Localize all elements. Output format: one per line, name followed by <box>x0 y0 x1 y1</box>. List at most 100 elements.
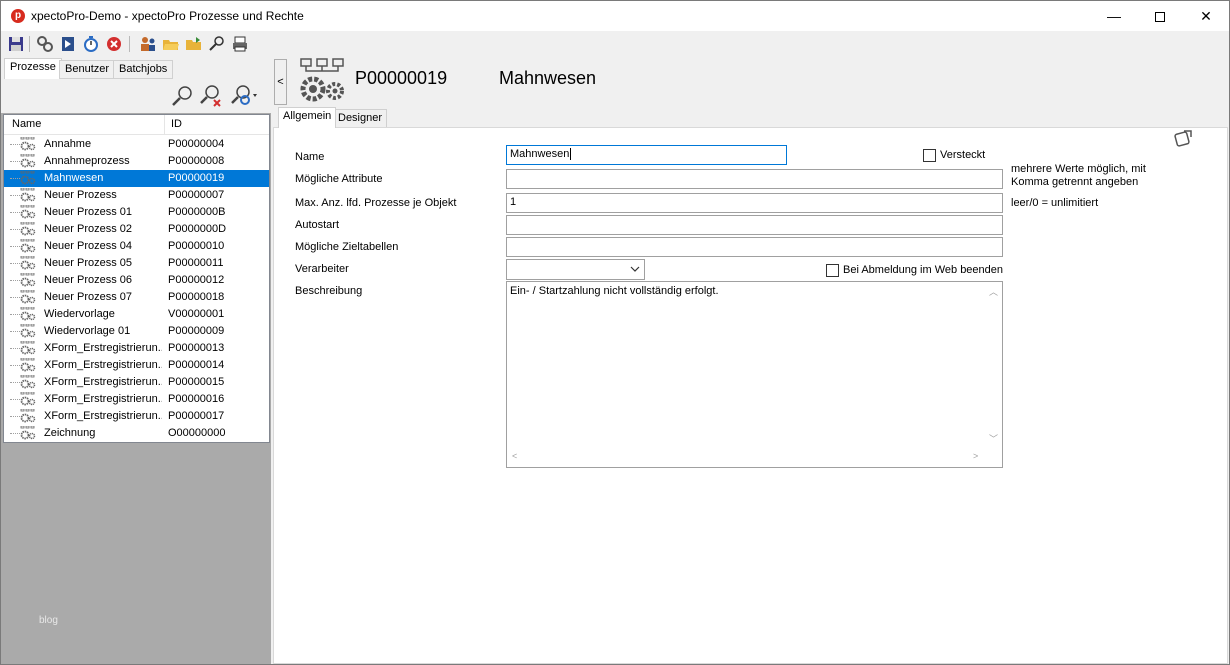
description-textarea[interactable]: Ein- / Startzahlung nicht vollständig er… <box>506 281 1003 468</box>
list-item-id: O00000000 <box>168 427 226 439</box>
attributes-input[interactable] <box>506 169 1003 189</box>
list-item-name: XForm_Erstregistrierun... <box>44 393 162 405</box>
column-divider[interactable] <box>164 115 165 135</box>
name-input[interactable]: Mahnwesen <box>506 145 787 165</box>
process-gear-icon <box>20 153 36 169</box>
tree-line <box>10 229 20 230</box>
list-item[interactable]: XForm_Erstregistrierun... P00000013 <box>4 340 269 357</box>
list-item[interactable]: Annahmeprozess P00000008 <box>4 153 269 170</box>
list-item[interactable]: XForm_Erstregistrierun... P00000017 <box>4 408 269 425</box>
list-header: Name ID <box>4 115 269 135</box>
open-folder-icon[interactable] <box>162 35 180 53</box>
scroll-right-icon[interactable]: > <box>973 451 978 461</box>
window-title: xpectoPro-Demo - xpectoPro Prozesse und … <box>31 9 304 23</box>
tab-designer[interactable]: Designer <box>333 109 388 128</box>
max-processes-input[interactable]: 1 <box>506 193 1003 213</box>
process-gear-icon <box>20 323 36 339</box>
tree-line <box>10 348 20 349</box>
attributes-label: Mögliche Attribute <box>295 173 383 185</box>
process-list: Name ID Annahme P00000004 Annahmeprozess P0… <box>3 114 270 443</box>
hidden-checkbox[interactable] <box>923 149 936 162</box>
gears-icon[interactable] <box>36 35 54 53</box>
list-item-name: Zeichnung <box>44 427 96 439</box>
list-item[interactable]: Wiedervorlage 01 P00000009 <box>4 323 269 340</box>
folder-icon[interactable] <box>185 35 203 53</box>
print-icon[interactable] <box>231 35 249 53</box>
tab-batchjobs[interactable]: Batchjobs <box>113 60 174 79</box>
list-item-name: XForm_Erstregistrierun... <box>44 410 162 422</box>
tab-allgemein[interactable]: Allgemein <box>278 107 337 128</box>
description-label: Beschreibung <box>295 285 363 297</box>
list-item[interactable]: Annahme P00000004 <box>4 136 269 153</box>
attributes-hint-line-1: mehrere Werte möglich, mit <box>1011 163 1146 175</box>
scroll-up-icon[interactable]: ︿ <box>989 285 998 298</box>
list-item-id: P00000009 <box>168 325 225 337</box>
tab-benutzer[interactable]: Benutzer <box>59 60 116 79</box>
scroll-down-icon[interactable]: ﹀ <box>989 432 998 445</box>
autostart-label: Autostart <box>295 219 340 231</box>
tree-line <box>10 195 20 196</box>
list-item-id: P00000013 <box>168 342 225 354</box>
minimize-button[interactable]: — <box>1091 1 1137 31</box>
tree-line <box>10 314 20 315</box>
list-item[interactable]: Neuer Prozess P00000007 <box>4 187 269 204</box>
clear-search-icon[interactable] <box>199 84 223 108</box>
list-item-name: Neuer Prozess 07 <box>44 291 133 303</box>
processor-select[interactable] <box>506 259 645 280</box>
list-item-id: P0000000D <box>168 223 227 235</box>
list-item-id: P00000004 <box>168 138 225 150</box>
left-panel-header: Prozesse Benutzer Batchjobs <box>1 57 271 113</box>
list-item[interactable]: Neuer Prozess 07 P00000018 <box>4 289 269 306</box>
list-item[interactable]: Neuer Prozess 05 P00000011 <box>4 255 269 272</box>
list-item[interactable]: XForm_Erstregistrierun... P00000015 <box>4 374 269 391</box>
list-item[interactable]: Neuer Prozess 06 P00000012 <box>4 272 269 289</box>
maximize-button[interactable] <box>1137 1 1183 31</box>
text-caret <box>570 148 572 160</box>
list-item[interactable]: XForm_Erstregistrierun... P00000016 <box>4 391 269 408</box>
search-icon[interactable] <box>170 84 194 108</box>
run-icon[interactable] <box>59 35 77 53</box>
tree-line <box>10 382 20 383</box>
process-id-heading: P00000019 <box>355 68 448 88</box>
tree-line <box>10 178 20 179</box>
save-icon[interactable] <box>7 35 25 53</box>
max-processes-label: Max. Anz. lfd. Prozesse je Objekt <box>295 197 457 209</box>
list-item[interactable]: Neuer Prozess 02 P0000000D <box>4 221 269 238</box>
app-icon: p <box>11 9 25 23</box>
column-header-name[interactable]: Name <box>12 118 41 130</box>
list-item-name: Neuer Prozess <box>44 189 117 201</box>
list-item[interactable]: XForm_Erstregistrierun... P00000014 <box>4 357 269 374</box>
list-item-name: Annahme <box>44 138 92 150</box>
list-item[interactable]: Mahnwesen P00000019 <box>4 170 269 187</box>
scroll-left-icon[interactable]: < <box>512 451 517 461</box>
process-name-heading: Mahnwesen <box>499 68 597 88</box>
close-button[interactable]: ✕ <box>1183 1 1229 31</box>
toolbar-separator <box>29 36 30 52</box>
process-gear-icon <box>20 306 36 322</box>
name-label: Name <box>295 151 325 163</box>
autostart-input[interactable] <box>506 215 1003 235</box>
list-item[interactable]: Neuer Prozess 01 P0000000B <box>4 204 269 221</box>
logout-checkbox[interactable] <box>826 264 839 277</box>
logout-checkbox-label: Bei Abmeldung im Web beenden <box>843 264 1004 276</box>
cancel-icon[interactable] <box>105 35 123 53</box>
list-item[interactable]: Neuer Prozess 04 P00000010 <box>4 238 269 255</box>
column-header-id[interactable]: ID <box>171 118 182 130</box>
list-item[interactable]: Wiedervorlage V00000001 <box>4 306 269 323</box>
process-gear-icon <box>20 221 36 237</box>
users-icon[interactable] <box>139 35 157 53</box>
list-item-id: P0000000B <box>168 206 226 218</box>
list-item-name: XForm_Erstregistrierun... <box>44 376 162 388</box>
search-options-icon[interactable] <box>229 84 259 108</box>
search-icon[interactable] <box>208 35 226 53</box>
list-item-id: V00000001 <box>168 308 225 320</box>
list-item-name: Neuer Prozess 02 <box>44 223 133 235</box>
collapse-panel-button[interactable]: < <box>274 59 287 105</box>
timer-icon[interactable] <box>82 35 100 53</box>
list-item[interactable]: Zeichnung O00000000 <box>4 425 269 442</box>
export-icon[interactable] <box>1173 129 1193 147</box>
target-tables-input[interactable] <box>506 237 1003 257</box>
list-item-name: Neuer Prozess 06 <box>44 274 133 286</box>
title-bar: p xpectoPro-Demo - xpectoPro Prozesse un… <box>1 1 1229 31</box>
tab-prozesse[interactable]: Prozesse <box>4 58 62 79</box>
